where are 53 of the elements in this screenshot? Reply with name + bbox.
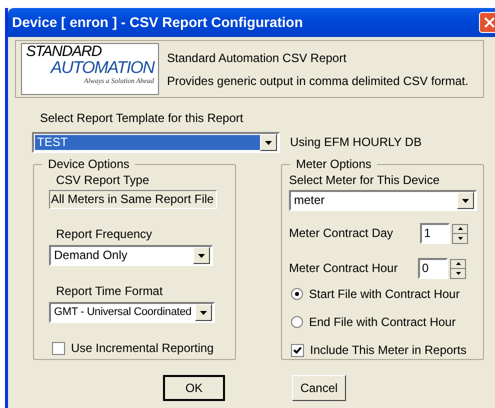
report-type-field: All Meters in Same Report File: [49, 190, 217, 209]
dropdown-value: Demand Only: [53, 248, 128, 263]
checkbox-label: Use Incremental Reporting: [71, 340, 214, 357]
group-title: Meter Options: [290, 157, 378, 172]
caret-icon: [462, 198, 469, 202]
field-label: Report Time Format: [56, 284, 164, 299]
down-arrow-icon: [456, 272, 460, 275]
up-arrow-icon: [458, 227, 462, 230]
dropdown-arrow-button[interactable]: [193, 247, 210, 264]
dropdown[interactable]: meter: [289, 190, 477, 211]
number-field[interactable]: 0: [418, 258, 448, 279]
checkmark-icon: [293, 346, 302, 354]
report-description: Provides generic output in comma delimited CSV format.: [167, 74, 468, 88]
checkbox[interactable]: [52, 342, 65, 354]
field-label: Select Report Template for this Report: [40, 111, 244, 125]
dialog-button[interactable]: Cancel: [292, 375, 346, 401]
dropdown-arrow-button[interactable]: [195, 304, 212, 321]
close-icon: [484, 17, 495, 28]
field-label: Select Meter for This Device: [289, 173, 440, 188]
report-title: Standard Automation CSV Report: [167, 50, 348, 64]
radio-label: Start File with Contract Hour: [309, 286, 460, 303]
up-arrow-icon: [456, 262, 460, 266]
logo-text: STANDARD: [26, 44, 103, 59]
dropdown-value: GMT - Universal Coordinated: [53, 305, 192, 320]
logo-text: AUTOMATION: [50, 59, 154, 76]
dropdown[interactable]: Demand Only: [49, 245, 213, 266]
spin-buttons[interactable]: [452, 224, 468, 244]
field-label: Using EFM HOURLY DB: [290, 135, 422, 150]
caret-icon: [200, 310, 207, 314]
group-title: Device Options: [42, 157, 136, 172]
field-label: Report Frequency: [56, 227, 154, 242]
dropdown-arrow-button[interactable]: [457, 192, 474, 209]
close-button[interactable]: [479, 12, 495, 33]
radio-button[interactable]: [291, 288, 303, 300]
number-field[interactable]: 1: [420, 223, 450, 244]
dropdown-value: TEST: [35, 135, 260, 150]
checkbox[interactable]: [291, 344, 304, 356]
dialog-button[interactable]: OK: [163, 375, 225, 401]
caret-icon: [265, 140, 272, 144]
down-arrow-icon: [458, 236, 462, 240]
spin-buttons[interactable]: [450, 258, 466, 278]
checkbox-label: Include This Meter in Reports: [310, 342, 467, 359]
caret-icon: [198, 254, 205, 258]
field-label: CSV Report Type: [56, 173, 150, 188]
dropdown[interactable]: GMT - Universal Coordinated: [49, 302, 215, 323]
window-title: Device [ enron ] - CSV Report Configuration: [12, 13, 303, 32]
dropdown-arrow-button[interactable]: [260, 134, 277, 151]
field-label: Meter Contract Day: [289, 226, 394, 241]
dropdown[interactable]: TEST: [32, 132, 280, 153]
field-label: Meter Contract Hour: [289, 261, 398, 276]
radio-label: End File with Contract Hour: [309, 314, 456, 331]
dropdown-value: meter: [293, 193, 326, 208]
radio-button[interactable]: [291, 316, 303, 328]
